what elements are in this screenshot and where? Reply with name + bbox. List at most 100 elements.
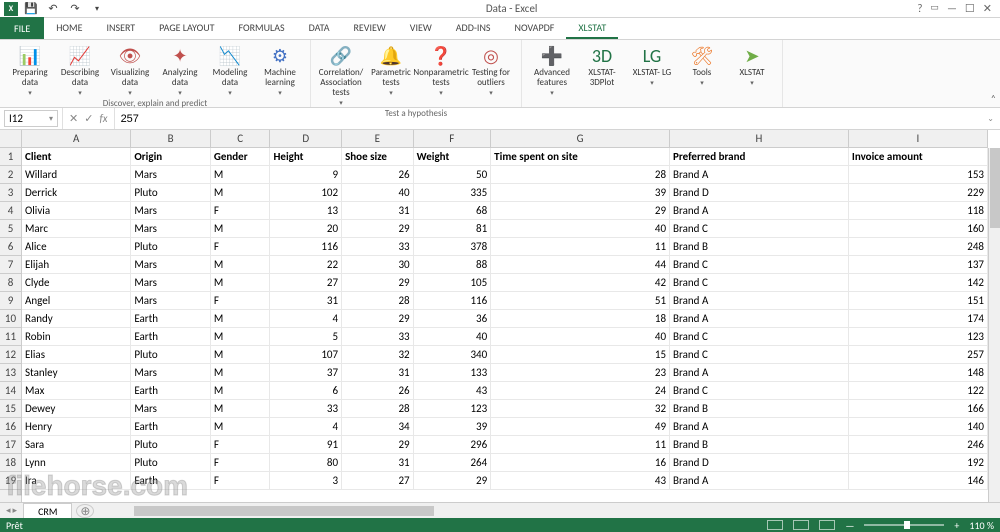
zoom-in-icon[interactable]: +: [954, 519, 959, 532]
cell[interactable]: 27: [270, 274, 342, 292]
cell[interactable]: Invoice amount: [849, 148, 988, 166]
cell[interactable]: 43: [414, 382, 492, 400]
cancel-formula-icon[interactable]: ✕: [69, 112, 78, 125]
cell[interactable]: Mars: [131, 166, 211, 184]
cell[interactable]: Brand C: [670, 382, 849, 400]
name-box-dropdown-icon[interactable]: ▾: [49, 114, 53, 124]
expand-formula-bar-icon[interactable]: ⌄: [981, 114, 1000, 124]
cell[interactable]: 116: [270, 238, 342, 256]
cell[interactable]: Marc: [22, 220, 131, 238]
cell[interactable]: F: [211, 436, 271, 454]
cell[interactable]: 20: [270, 220, 342, 238]
formula-input[interactable]: [115, 113, 982, 125]
cell[interactable]: 13: [270, 202, 342, 220]
column-header[interactable]: F: [414, 130, 492, 147]
cell[interactable]: Brand A: [670, 364, 849, 382]
zoom-level[interactable]: 110 %: [969, 519, 994, 532]
cell[interactable]: Weight: [414, 148, 492, 166]
cell[interactable]: Brand A: [670, 166, 849, 184]
cell[interactable]: 22: [270, 256, 342, 274]
row-header[interactable]: 2: [0, 166, 21, 184]
cell[interactable]: 6: [270, 382, 342, 400]
cell[interactable]: Pluto: [131, 184, 211, 202]
cell[interactable]: M: [211, 346, 271, 364]
cell[interactable]: Brand C: [670, 346, 849, 364]
row-header[interactable]: 1: [0, 148, 21, 166]
cell[interactable]: 246: [849, 436, 988, 454]
cell[interactable]: 11: [491, 436, 670, 454]
column-header[interactable]: H: [670, 130, 849, 147]
row-header[interactable]: 17: [0, 436, 21, 454]
cell[interactable]: 105: [414, 274, 492, 292]
cell[interactable]: M: [211, 418, 271, 436]
cell[interactable]: 151: [849, 292, 988, 310]
cell[interactable]: 80: [270, 454, 342, 472]
help-icon[interactable]: ?: [917, 2, 922, 15]
cell[interactable]: 26: [342, 382, 414, 400]
save-icon[interactable]: 💾: [22, 1, 40, 17]
name-box[interactable]: I12 ▾: [4, 110, 58, 127]
cell[interactable]: M: [211, 184, 271, 202]
cell[interactable]: Pluto: [131, 454, 211, 472]
cell[interactable]: Mars: [131, 256, 211, 274]
cell[interactable]: Derrick: [22, 184, 131, 202]
sheet-tab-crm[interactable]: CRM: [23, 503, 72, 519]
cell[interactable]: Randy: [22, 310, 131, 328]
cell[interactable]: 68: [414, 202, 492, 220]
cell[interactable]: 33: [270, 400, 342, 418]
cell[interactable]: Earth: [131, 418, 211, 436]
cell[interactable]: 15: [491, 346, 670, 364]
cell[interactable]: 28: [342, 400, 414, 418]
tab-novapdf[interactable]: novaPDF: [503, 18, 567, 39]
cell[interactable]: Henry: [22, 418, 131, 436]
collapse-ribbon-icon[interactable]: ˄: [991, 92, 996, 105]
cell[interactable]: Brand C: [670, 274, 849, 292]
ribbon-modeling-data[interactable]: 📉Modeling data▾: [206, 42, 254, 97]
cell[interactable]: 107: [270, 346, 342, 364]
cell[interactable]: Elias: [22, 346, 131, 364]
row-header[interactable]: 12: [0, 346, 21, 364]
cell[interactable]: Stanley: [22, 364, 131, 382]
cell[interactable]: 18: [491, 310, 670, 328]
row-header[interactable]: 13: [0, 364, 21, 382]
cell[interactable]: Gender: [211, 148, 271, 166]
vertical-scrollbar[interactable]: [988, 148, 1000, 502]
cell[interactable]: 122: [849, 382, 988, 400]
cell[interactable]: Earth: [131, 328, 211, 346]
cell[interactable]: M: [211, 310, 271, 328]
qat-dropdown-icon[interactable]: ▾: [88, 1, 106, 17]
cell[interactable]: Brand A: [670, 310, 849, 328]
cell[interactable]: 264: [414, 454, 492, 472]
cell[interactable]: 40: [491, 328, 670, 346]
tab-file[interactable]: FILE: [0, 17, 44, 39]
ribbon-preparing-data[interactable]: 📊Preparing data▾: [6, 42, 54, 97]
row-header[interactable]: 4: [0, 202, 21, 220]
add-sheet-button[interactable]: ⊕: [76, 504, 94, 518]
ribbon-testing-for-outliers[interactable]: ◎Testing for outliers▾: [467, 42, 515, 107]
cell[interactable]: 335: [414, 184, 492, 202]
cell[interactable]: 31: [342, 364, 414, 382]
cell[interactable]: 229: [849, 184, 988, 202]
cell[interactable]: 123: [849, 328, 988, 346]
cell[interactable]: Brand A: [670, 418, 849, 436]
tab-page-layout[interactable]: PAGE LAYOUT: [147, 18, 226, 39]
undo-icon[interactable]: ↶: [44, 1, 62, 17]
ribbon-tools[interactable]: 🛠Tools▾: [678, 42, 726, 97]
cell[interactable]: 33: [342, 238, 414, 256]
cell[interactable]: 44: [491, 256, 670, 274]
cell[interactable]: 31: [342, 454, 414, 472]
close-icon[interactable]: ✕: [983, 2, 992, 15]
ribbon-machine-learning[interactable]: ⚙Machine learning▾: [256, 42, 304, 97]
cell[interactable]: 3: [270, 472, 342, 490]
cell[interactable]: Brand C: [670, 256, 849, 274]
cells[interactable]: ClientOriginGenderHeightShoe sizeWeightT…: [22, 148, 988, 502]
tab-insert[interactable]: INSERT: [95, 18, 148, 39]
column-header[interactable]: G: [491, 130, 670, 147]
cell[interactable]: F: [211, 292, 271, 310]
cell[interactable]: Height: [270, 148, 342, 166]
cell[interactable]: 31: [342, 202, 414, 220]
row-header[interactable]: 6: [0, 238, 21, 256]
cell[interactable]: Sara: [22, 436, 131, 454]
cell[interactable]: 148: [849, 364, 988, 382]
cell[interactable]: Pluto: [131, 346, 211, 364]
